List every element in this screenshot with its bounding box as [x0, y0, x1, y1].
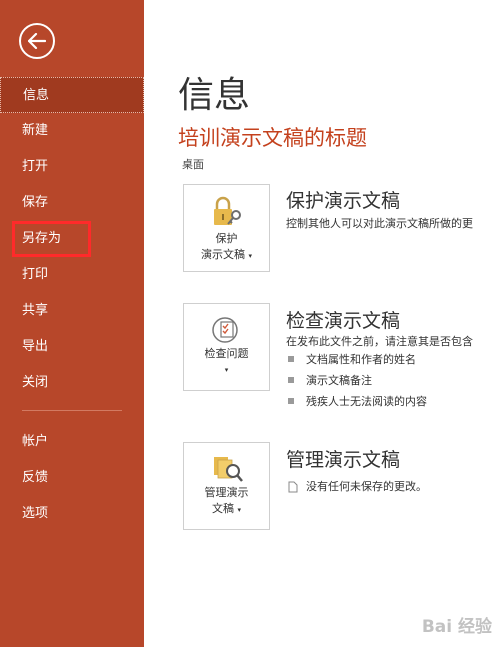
dropdown-arrow-icon: ▾: [224, 366, 229, 374]
sidebar-item-label: 打印: [22, 267, 49, 282]
sidebar-item-open[interactable]: 打开: [0, 149, 144, 185]
list-item: 残疾人士无法阅读的内容: [288, 391, 427, 412]
check-issues-button[interactable]: 检查问题 ▾: [183, 303, 270, 391]
backstage-sidebar: 信息 新建 打开 保存 另存为 打印 共享 导出 关闭 帐户 反馈 选项: [0, 0, 144, 647]
sidebar-item-label: 新建: [22, 123, 49, 138]
sidebar-item-label: 打开: [22, 159, 49, 174]
document-location[interactable]: 桌面: [182, 156, 204, 172]
sidebar-item-new[interactable]: 新建: [0, 113, 144, 149]
manage-status: 没有任何未保存的更改。: [288, 478, 427, 494]
sidebar-nav: 信息 新建 打开 保存 另存为 打印 共享 导出 关闭 帐户 反馈 选项: [0, 77, 144, 532]
sidebar-item-account[interactable]: 帐户: [0, 424, 144, 460]
protect-section-title: 保护演示文稿: [286, 190, 401, 212]
sidebar-item-label: 导出: [22, 339, 49, 354]
save-as-highlight-annotation: [12, 221, 91, 257]
bullet-text: 演示文稿备注: [306, 374, 372, 387]
bullet-icon: [288, 356, 294, 362]
sidebar-item-print[interactable]: 打印: [0, 257, 144, 293]
bullet-icon: [288, 377, 294, 383]
sidebar-item-label: 保存: [22, 195, 49, 210]
protect-presentation-button[interactable]: 保护 演示文稿 ▾: [183, 184, 270, 272]
sidebar-item-label: 选项: [22, 506, 49, 521]
protect-button-label: 保护: [215, 232, 238, 245]
sidebar-item-options[interactable]: 选项: [0, 496, 144, 532]
sidebar-item-info[interactable]: 信息: [0, 77, 144, 113]
manage-button-label: 管理演示: [204, 486, 249, 499]
protect-section-description: 控制其他人可以对此演示文稿所做的更: [286, 217, 473, 230]
sidebar-item-label: 帐户: [22, 434, 49, 449]
manage-button-label-2: 文稿 ▾: [184, 501, 269, 518]
protect-button-label-line2: 演示文稿: [200, 248, 245, 261]
manage-versions-icon: [213, 457, 243, 482]
list-item: 演示文稿备注: [288, 370, 427, 391]
back-button[interactable]: [19, 23, 55, 59]
list-item: 文档属性和作者的姓名: [288, 349, 427, 370]
bullet-text: 残疾人士无法阅读的内容: [306, 395, 427, 408]
lock-key-icon: [213, 196, 241, 225]
bullet-text: 文档属性和作者的姓名: [306, 353, 416, 366]
manage-status-text: 没有任何未保存的更改。: [306, 480, 427, 493]
info-panel: 信息 培训演示文稿的标题 桌面 保护 演示文稿 ▾ 保护演示文稿 控制其他人可以…: [144, 0, 500, 647]
sidebar-item-label: 关闭: [22, 375, 49, 390]
inspect-section-title: 检查演示文稿: [286, 310, 401, 332]
sidebar-item-share[interactable]: 共享: [0, 293, 144, 329]
sidebar-item-save[interactable]: 保存: [0, 185, 144, 221]
sidebar-item-close[interactable]: 关闭: [0, 365, 144, 401]
sidebar-divider: [22, 410, 122, 411]
dropdown-arrow-icon: ▾: [237, 506, 241, 514]
bullet-icon: [288, 398, 294, 404]
page-title: 信息: [178, 75, 251, 116]
sidebar-item-label: 信息: [23, 88, 50, 103]
inspect-section-description: 在发布此文件之前，请注意其是否包含: [286, 335, 473, 348]
inspect-document-icon: [211, 317, 238, 343]
dropdown-arrow-icon: ▾: [248, 252, 252, 260]
protect-button-label-2: 演示文稿 ▾: [184, 247, 269, 264]
document-status-icon: [288, 481, 298, 493]
sidebar-item-export[interactable]: 导出: [0, 329, 144, 365]
watermark: Bai 经验: [421, 617, 492, 637]
manage-presentation-button[interactable]: 管理演示 文稿 ▾: [183, 442, 270, 530]
sidebar-item-label: 共享: [22, 303, 49, 318]
document-title[interactable]: 培训演示文稿的标题: [178, 122, 367, 152]
manage-section-title: 管理演示文稿: [286, 449, 401, 471]
check-issues-label: 检查问题: [204, 347, 249, 360]
sidebar-item-feedback[interactable]: 反馈: [0, 460, 144, 496]
back-arrow-icon: [28, 33, 46, 49]
inspect-bullet-list: 文档属性和作者的姓名 演示文稿备注 残疾人士无法阅读的内容: [288, 349, 427, 412]
sidebar-item-label: 反馈: [22, 470, 49, 485]
manage-button-label-line2: 文稿: [211, 502, 234, 515]
